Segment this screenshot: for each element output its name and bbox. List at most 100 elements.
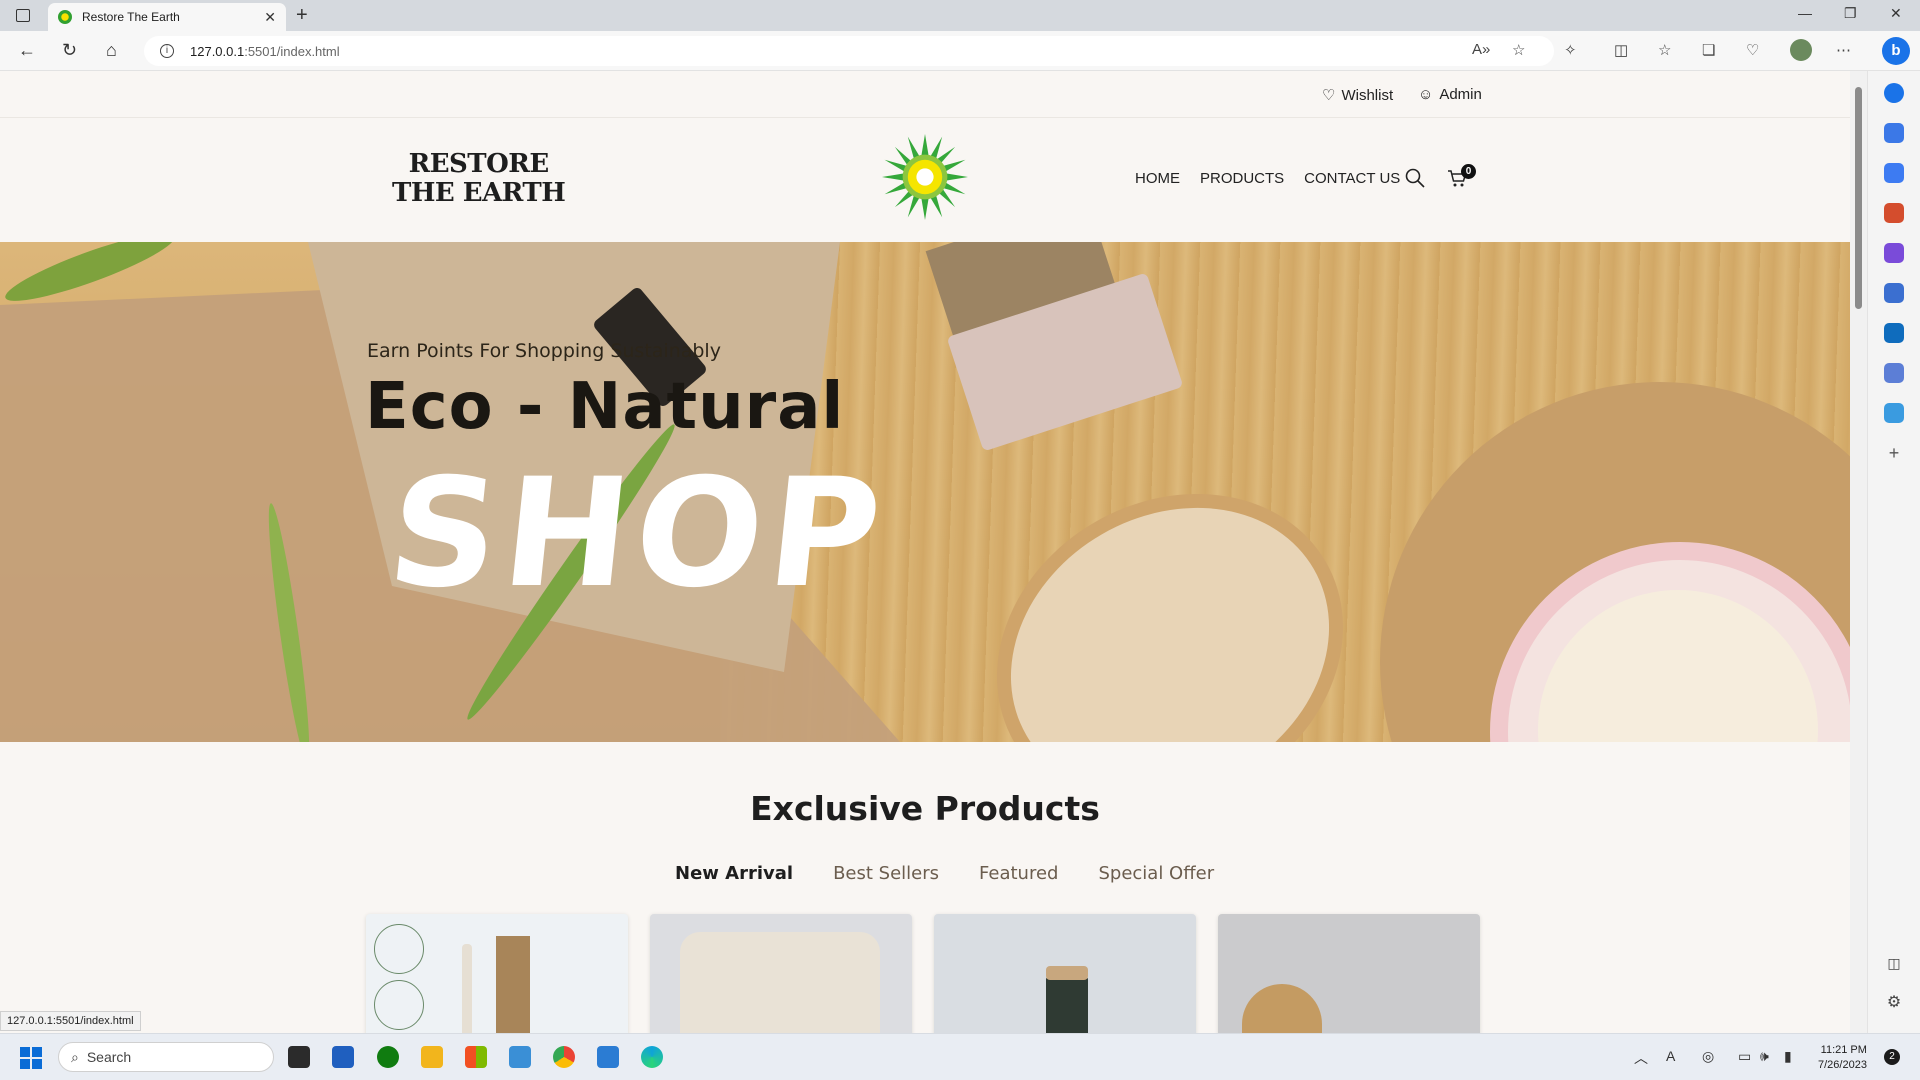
sunflower-logo-icon bbox=[882, 134, 968, 220]
hero-banner: Earn Points For Shopping Sustainably Eco… bbox=[0, 242, 1850, 742]
tools-icon[interactable] bbox=[1884, 203, 1904, 223]
taskbar-clock[interactable]: 11:21 PM 7/26/2023 bbox=[1818, 1043, 1867, 1073]
wishlist-link[interactable]: ♡ Wishlist bbox=[1322, 86, 1394, 105]
browser-essentials-icon[interactable]: ♡ bbox=[1746, 41, 1759, 59]
search-icon: ⌕ bbox=[71, 1048, 79, 1065]
menu-products[interactable]: PRODUCTS bbox=[1200, 170, 1284, 187]
games-icon[interactable] bbox=[1884, 243, 1904, 263]
shopping-icon[interactable] bbox=[1884, 163, 1904, 183]
vscode-icon[interactable] bbox=[597, 1046, 619, 1068]
outlook-icon[interactable] bbox=[1884, 323, 1904, 343]
favorite-star-icon[interactable]: ☆ bbox=[1512, 41, 1525, 59]
chrome-icon[interactable] bbox=[553, 1046, 575, 1068]
jar-lid-image bbox=[1046, 966, 1088, 980]
site-info-icon[interactable]: i bbox=[160, 44, 174, 58]
photos-icon[interactable] bbox=[509, 1046, 531, 1068]
windows-start-icon[interactable] bbox=[20, 1047, 42, 1069]
profile-avatar[interactable] bbox=[1790, 39, 1812, 61]
browser-tab-strip: Restore The Earth ✕ + — ❐ ✕ bbox=[0, 0, 1920, 31]
read-aloud-icon[interactable]: A» bbox=[1472, 41, 1490, 58]
hero-title: Eco - Natural bbox=[365, 370, 845, 444]
admin-label: Admin bbox=[1439, 86, 1482, 103]
edge-sidebar: + ◫ ⚙ bbox=[1867, 71, 1920, 1033]
product-card[interactable] bbox=[1218, 914, 1480, 1033]
store-icon[interactable] bbox=[332, 1046, 354, 1068]
candle-jar-image bbox=[1046, 974, 1088, 1033]
extensions-icon[interactable]: ✧ bbox=[1564, 41, 1577, 59]
notifications-icon[interactable] bbox=[1884, 83, 1904, 103]
split-screen-icon[interactable]: ◫ bbox=[1614, 41, 1628, 59]
settings-gear-icon[interactable]: ⚙ bbox=[1884, 993, 1904, 1013]
taskbar-search-placeholder: Search bbox=[86, 1049, 132, 1065]
no-toxic-chemicals-badge-icon bbox=[374, 980, 424, 1030]
logo-line-1: RESTORE bbox=[408, 149, 550, 179]
product-card[interactable] bbox=[650, 914, 912, 1033]
site-logo[interactable]: RESTORE THE EARTH bbox=[392, 149, 566, 208]
tab-special-offer[interactable]: Special Offer bbox=[1098, 863, 1214, 884]
admin-link[interactable]: ☺ Admin bbox=[1418, 86, 1482, 103]
main-menu: HOME PRODUCTS CONTACT US bbox=[1135, 170, 1400, 187]
collections-icon[interactable]: ❏ bbox=[1702, 41, 1715, 59]
minimize-icon[interactable]: — bbox=[1798, 5, 1812, 21]
bamboo-toothbrush-image bbox=[462, 944, 472, 1033]
close-tab-icon[interactable]: ✕ bbox=[264, 9, 276, 26]
glass-jar-image bbox=[1242, 984, 1322, 1033]
home-icon[interactable]: ⌂ bbox=[106, 40, 117, 61]
scrollbar-thumb[interactable] bbox=[1855, 87, 1862, 309]
toothbrush-box-image bbox=[496, 936, 530, 1033]
tab-actions-icon[interactable] bbox=[16, 9, 30, 22]
wishlist-label: Wishlist bbox=[1341, 86, 1394, 104]
show-hidden-icons-icon[interactable]: ︿ bbox=[1634, 1048, 1648, 1068]
url-host: 127.0.0.1 bbox=[190, 43, 245, 59]
tab-new-arrival[interactable]: New Arrival bbox=[675, 863, 793, 884]
clock-time: 11:21 PM bbox=[1820, 1044, 1867, 1056]
search-icon[interactable] bbox=[1405, 168, 1425, 188]
add-sidebar-icon[interactable]: + bbox=[1884, 443, 1904, 463]
hero-subtitle: Earn Points For Shopping Sustainably bbox=[367, 340, 721, 362]
product-grid bbox=[366, 914, 1480, 1033]
tab-title: Restore The Earth bbox=[82, 10, 180, 24]
drop-icon[interactable] bbox=[1884, 403, 1904, 423]
close-window-icon[interactable]: ✕ bbox=[1890, 5, 1902, 22]
edge-icon[interactable] bbox=[641, 1046, 663, 1068]
copilot-tray-icon[interactable]: ◎ bbox=[1702, 1048, 1714, 1065]
microsoft-365-icon[interactable] bbox=[1884, 283, 1904, 303]
file-explorer-icon[interactable] bbox=[421, 1046, 443, 1068]
back-icon[interactable]: ← bbox=[18, 40, 36, 61]
designer-icon[interactable] bbox=[1884, 363, 1904, 383]
notification-badge[interactable]: 2 bbox=[1884, 1049, 1900, 1065]
menu-home[interactable]: HOME bbox=[1135, 170, 1180, 187]
address-input[interactable]: i 127.0.0.1:5501/index.html bbox=[144, 36, 1554, 66]
utility-bar: ♡ Wishlist ☺ Admin bbox=[0, 71, 1850, 118]
menu-contact-us[interactable]: CONTACT US bbox=[1304, 170, 1400, 187]
taskbar-search[interactable]: ⌕ Search bbox=[58, 1042, 274, 1072]
hero-shop-word: SHOP bbox=[380, 447, 895, 621]
cotton-pouch-image bbox=[680, 932, 880, 1033]
more-menu-icon[interactable]: ⋯ bbox=[1836, 41, 1851, 59]
browser-tab[interactable]: Restore The Earth ✕ bbox=[48, 3, 286, 31]
network-icon[interactable]: ▭ bbox=[1738, 1048, 1751, 1065]
page-scrollbar[interactable] bbox=[1850, 71, 1867, 1033]
refresh-icon[interactable]: ↻ bbox=[62, 40, 77, 61]
xbox-icon[interactable] bbox=[377, 1046, 399, 1068]
site-favicon-icon bbox=[58, 10, 72, 24]
microsoft-store-icon[interactable] bbox=[465, 1046, 487, 1068]
new-tab-icon[interactable]: + bbox=[296, 4, 308, 27]
logo-line-2: THE EARTH bbox=[392, 178, 566, 208]
search-sidebar-icon[interactable] bbox=[1884, 123, 1904, 143]
organic-bamboo-badge-icon bbox=[374, 924, 424, 974]
font-icon[interactable]: A bbox=[1666, 1048, 1675, 1064]
product-card[interactable] bbox=[934, 914, 1196, 1033]
favorites-icon[interactable]: ☆ bbox=[1658, 41, 1671, 59]
restore-icon[interactable]: ❐ bbox=[1844, 5, 1857, 22]
hide-sidebar-icon[interactable]: ◫ bbox=[1884, 953, 1904, 973]
product-card[interactable] bbox=[366, 914, 628, 1033]
tab-featured[interactable]: Featured bbox=[979, 863, 1058, 884]
volume-icon[interactable]: 🕪 bbox=[1760, 1048, 1769, 1065]
tab-best-sellers[interactable]: Best Sellers bbox=[833, 863, 939, 884]
copilot-icon[interactable]: b bbox=[1882, 37, 1910, 65]
battery-icon[interactable]: ▮ bbox=[1784, 1048, 1792, 1065]
task-view-icon[interactable] bbox=[288, 1046, 310, 1068]
product-tabs: New Arrival Best Sellers Featured Specia… bbox=[675, 863, 1214, 884]
cart-count-badge: 0 bbox=[1461, 164, 1476, 179]
